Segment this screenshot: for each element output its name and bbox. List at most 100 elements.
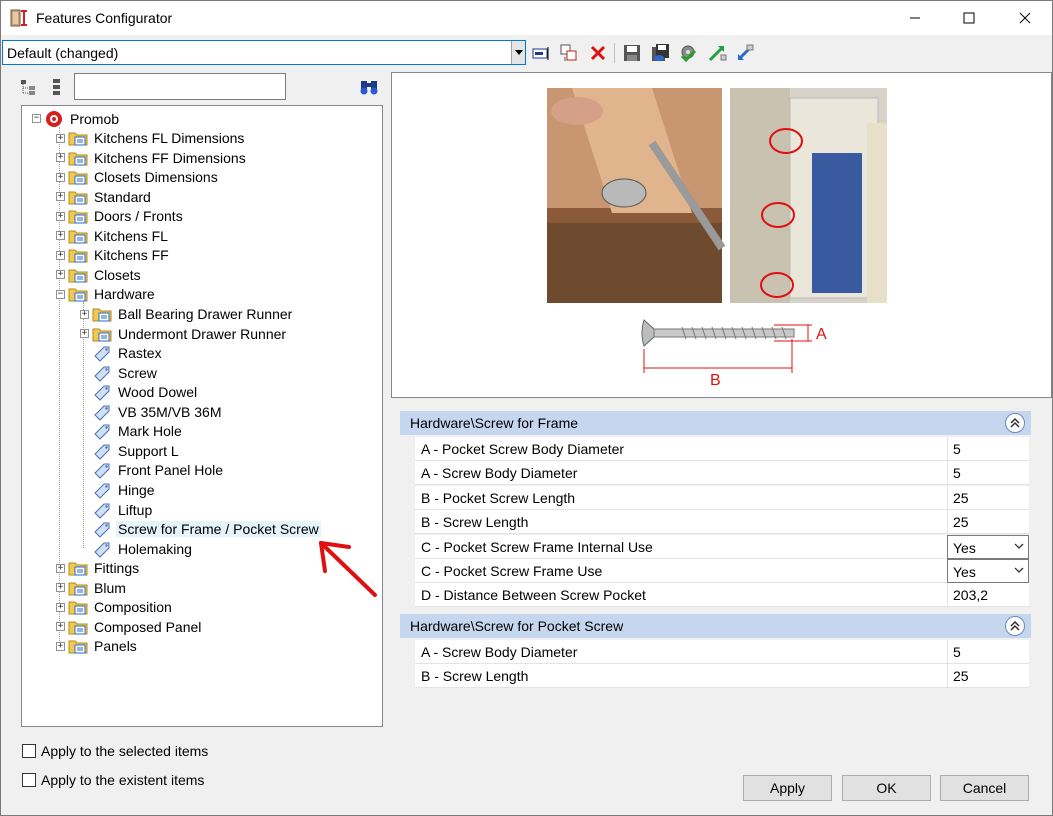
folder-icon xyxy=(68,132,88,146)
expand-toggle[interactable]: + xyxy=(80,329,89,339)
collapse-toggle[interactable]: − xyxy=(56,289,65,299)
tree-item-composed-panel[interactable]: + Composed Panel xyxy=(56,617,203,636)
features-configurator-window: Features Configurator Default (changed) xyxy=(0,0,1053,816)
collapse-tree-button[interactable] xyxy=(46,76,68,98)
tree-item-ball-bearing-drawer-runner[interactable]: + Ball Bearing Drawer Runner xyxy=(80,305,294,324)
expand-toggle[interactable]: + xyxy=(56,602,65,612)
profile-dropdown-arrow[interactable] xyxy=(511,41,525,64)
tree-search-input[interactable] xyxy=(74,73,286,100)
tree-item-kitchens-ff-dimensions[interactable]: + Kitchens FF Dimensions xyxy=(56,148,248,167)
property-value: 25 xyxy=(953,514,969,531)
expand-toggle[interactable]: + xyxy=(56,563,65,573)
expand-toggle[interactable]: + xyxy=(56,192,65,202)
property-select[interactable]: Yes xyxy=(947,559,1029,583)
tree-item-composition[interactable]: + Composition xyxy=(56,598,174,617)
find-button[interactable] xyxy=(358,76,380,98)
apply-selected-checkbox[interactable] xyxy=(22,744,36,758)
group-collapse-button[interactable] xyxy=(1005,413,1025,433)
tree-item-label: VB 35M/VB 36M xyxy=(118,403,222,420)
tree-item-label: Kitchens FF xyxy=(94,247,169,264)
tree-item-holemaking[interactable]: Holemaking xyxy=(80,539,194,558)
minimize-button[interactable] xyxy=(892,1,938,35)
tree-item-panels[interactable]: + Panels xyxy=(56,637,139,656)
folder-icon xyxy=(68,230,88,244)
tree-item-blum[interactable]: + Blum xyxy=(56,578,128,597)
tree-item-kitchens-fl[interactable]: + Kitchens FL xyxy=(56,226,170,245)
tree-item-vb-35m-vb-36m[interactable]: VB 35M/VB 36M xyxy=(80,402,224,421)
expand-toggle[interactable]: + xyxy=(56,270,65,280)
property-name: B - Screw Length xyxy=(421,514,529,531)
maximize-button[interactable] xyxy=(946,1,992,35)
tree-item-hinge[interactable]: Hinge xyxy=(80,480,157,499)
tree-item-rastex[interactable]: Rastex xyxy=(80,344,164,363)
chevron-double-up-icon xyxy=(1010,620,1020,631)
property-value-field[interactable]: 5 xyxy=(947,639,1029,664)
expand-toggle[interactable]: + xyxy=(80,309,89,319)
property-value: 5 xyxy=(953,441,961,457)
property-value: Yes xyxy=(953,564,976,580)
rename-button[interactable] xyxy=(530,42,552,64)
tree-item-wood-dowel[interactable]: Wood Dowel xyxy=(80,383,199,402)
minimize-icon xyxy=(910,17,920,19)
tree-item-kitchens-fl-dimensions[interactable]: + Kitchens FL Dimensions xyxy=(56,129,246,148)
export-button[interactable] xyxy=(734,42,756,64)
tree-item-closets[interactable]: + Closets xyxy=(56,265,143,284)
property-value-field[interactable]: 5 xyxy=(947,461,1029,486)
tree-item-label: Fittings xyxy=(94,560,140,577)
apply-existent-checkbox[interactable] xyxy=(22,773,36,787)
apply-existent-label: Apply to the existent items xyxy=(41,772,205,788)
expand-toggle[interactable]: + xyxy=(56,172,65,182)
tree-item-screw[interactable]: Screw xyxy=(80,363,159,382)
binoculars-icon xyxy=(360,81,378,95)
expand-toggle[interactable]: + xyxy=(56,583,65,593)
property-name: C - Pocket Screw Frame Use xyxy=(421,563,603,579)
property-value-field[interactable]: 25 xyxy=(947,485,1029,510)
cancel-button[interactable]: Cancel xyxy=(940,775,1029,801)
folder-icon xyxy=(92,308,112,322)
profile-select[interactable]: Default (changed) xyxy=(2,40,526,65)
tree-item-fittings[interactable]: + Fittings xyxy=(56,559,141,578)
tree-item-mark-hole[interactable]: Mark Hole xyxy=(80,422,184,441)
property-value-field[interactable]: 25 xyxy=(947,510,1029,535)
property-value-field[interactable]: 203,2 xyxy=(947,583,1029,608)
expand-toggle[interactable]: + xyxy=(56,250,65,260)
tree-item-kitchens-ff[interactable]: + Kitchens FF xyxy=(56,246,171,265)
delete-button[interactable] xyxy=(587,42,609,64)
tree-item-liftup[interactable]: Liftup xyxy=(80,500,154,519)
tree-item-promob[interactable]: − Promob xyxy=(32,109,121,128)
close-button[interactable] xyxy=(1002,1,1048,35)
property-group-title: Hardware\Screw for Pocket Screw xyxy=(410,617,624,634)
property-select[interactable]: Yes xyxy=(947,534,1029,559)
property-value: Yes xyxy=(953,539,976,556)
save-as-button[interactable] xyxy=(649,42,671,64)
tree-item-hardware[interactable]: − Hardware xyxy=(56,285,157,304)
import-button[interactable] xyxy=(706,42,728,64)
property-row: C - Pocket Screw Frame Internal Use Yes xyxy=(415,534,1029,559)
expand-toggle[interactable]: + xyxy=(56,133,65,143)
tree-item-undermont-drawer-runner[interactable]: + Undermont Drawer Runner xyxy=(80,324,288,343)
tree-item-screw-for-frame-pocket-screw[interactable]: Screw for Frame / Pocket Screw xyxy=(80,520,321,539)
settings-check-button[interactable] xyxy=(677,42,699,64)
tree-item-support-l[interactable]: Support L xyxy=(80,441,181,460)
expand-toggle[interactable]: + xyxy=(56,211,65,221)
group-collapse-button[interactable] xyxy=(1005,615,1025,636)
property-row: B - Pocket Screw Length 25 xyxy=(415,485,1029,510)
tree-item-doors-fronts[interactable]: + Doors / Fronts xyxy=(56,207,185,226)
expand-toggle[interactable]: + xyxy=(56,153,65,163)
apply-button[interactable]: Apply xyxy=(743,775,832,801)
expand-toggle[interactable]: + xyxy=(56,622,65,632)
tree-item-standard[interactable]: + Standard xyxy=(56,187,153,206)
tree-item-closets-dimensions[interactable]: + Closets Dimensions xyxy=(56,168,220,187)
expand-tree-button[interactable] xyxy=(17,76,39,98)
ok-button[interactable]: OK xyxy=(842,775,931,801)
property-value-field[interactable]: 25 xyxy=(947,664,1029,689)
expand-toggle[interactable]: + xyxy=(56,231,65,241)
save-button[interactable] xyxy=(621,42,643,64)
tree-item-front-panel-hole[interactable]: Front Panel Hole xyxy=(80,461,225,480)
copy-button[interactable] xyxy=(558,42,580,64)
app-icon xyxy=(10,9,27,27)
collapse-toggle[interactable]: − xyxy=(32,114,41,123)
expand-toggle[interactable]: + xyxy=(56,641,65,651)
property-value-field[interactable]: 5 xyxy=(947,437,1029,461)
feature-tree[interactable]: − Promob + Kitchens FL Dimensions + Kitchens … xyxy=(21,105,383,727)
